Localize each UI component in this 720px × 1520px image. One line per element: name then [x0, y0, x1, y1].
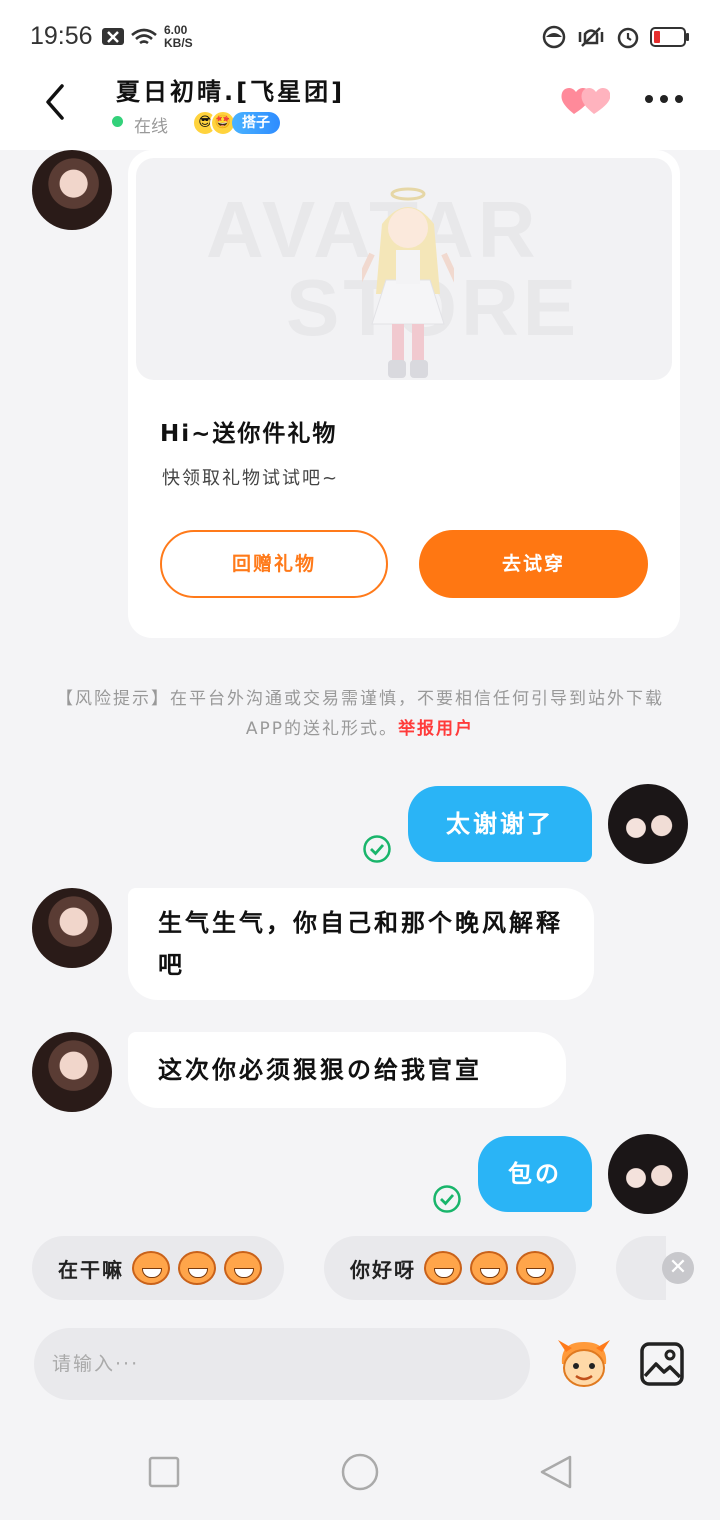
- status-right-icons: [542, 24, 690, 50]
- intimacy-heart-icon[interactable]: [560, 84, 610, 118]
- alarm-icon: [617, 27, 639, 49]
- chat-header: [0, 70, 720, 150]
- status-left-icons: [102, 24, 158, 54]
- try-on-button[interactable]: 去试穿: [419, 530, 648, 598]
- quick-reply-chip[interactable]: 在干嘛: [32, 1236, 284, 1300]
- chat-title: 夏日初晴.[飞星团]: [116, 78, 346, 106]
- gift-title: Hi~送你件礼物: [160, 421, 338, 447]
- risk-notice: 【风险提示】在平台外沟通或交易需谨慎，不要相信任何引导到站外下载APP的送礼形式…: [40, 684, 680, 744]
- user-badges[interactable]: 😎 🤩 搭子: [192, 110, 280, 136]
- avatar-doll-figure: [362, 187, 454, 378]
- grin-emoji-icon: [224, 1251, 262, 1285]
- net-speed: 6.00 KB/S: [164, 23, 193, 50]
- contact-avatar[interactable]: [32, 150, 112, 230]
- smile-emoji-icon: [516, 1251, 554, 1285]
- quick-reply-text: 你好呀: [350, 1257, 416, 1282]
- mascot-emoji-icon[interactable]: [556, 1338, 612, 1390]
- vibrate-icon: [578, 27, 604, 47]
- message-bubble-incoming[interactable]: 生气生气，你自己和那个晚风解释吧: [128, 888, 594, 1000]
- recent-apps-icon[interactable]: [148, 1456, 180, 1488]
- dnd-icon: [542, 25, 566, 49]
- quick-reply-chip[interactable]: 你好呀: [324, 1236, 576, 1300]
- status-time: 19:56: [30, 22, 93, 50]
- image-icon[interactable]: [640, 1342, 684, 1386]
- gift-image[interactable]: AVATAR STORE: [136, 158, 672, 380]
- message-bubble-outgoing[interactable]: 包の: [478, 1136, 592, 1212]
- home-icon[interactable]: [340, 1452, 380, 1492]
- risk-notice-text: 【风险提示】在平台外沟通或交易需谨慎，不要相信任何引导到站外下载APP的送礼形式…: [56, 689, 664, 739]
- read-check-icon: [363, 835, 391, 863]
- online-status: 在线: [134, 117, 168, 137]
- tag-badge: 搭子: [232, 112, 280, 134]
- wifi-icon: [131, 28, 157, 45]
- read-check-icon: [433, 1185, 461, 1213]
- my-avatar[interactable]: [608, 1134, 688, 1214]
- battery-low-icon: [650, 27, 689, 47]
- online-dot: [112, 116, 123, 127]
- quick-reply-text: 在干嘛: [58, 1257, 124, 1282]
- x-box-icon: [102, 28, 124, 45]
- grin-emoji-icon: [132, 1251, 170, 1285]
- smile-emoji-icon: [470, 1251, 508, 1285]
- return-gift-button[interactable]: 回赠礼物: [160, 530, 388, 598]
- my-avatar[interactable]: [608, 784, 688, 864]
- gift-subtitle: 快领取礼物试试吧~: [162, 468, 340, 489]
- message-bubble-incoming[interactable]: 这次你必须狠狠の给我官宣: [128, 1032, 566, 1108]
- contact-avatar[interactable]: [32, 1032, 112, 1112]
- message-bubble-outgoing[interactable]: 太谢谢了: [408, 786, 592, 862]
- message-input[interactable]: 请输入···: [34, 1328, 530, 1400]
- smile-emoji-icon: [424, 1251, 462, 1285]
- back-nav-icon[interactable]: [538, 1454, 574, 1490]
- report-user-link[interactable]: 举报用户: [398, 719, 474, 739]
- close-icon[interactable]: ✕: [662, 1252, 694, 1284]
- contact-avatar[interactable]: [32, 888, 112, 968]
- more-icon[interactable]: [644, 92, 684, 106]
- grin-emoji-icon: [178, 1251, 216, 1285]
- back-arrow-icon[interactable]: [36, 82, 76, 122]
